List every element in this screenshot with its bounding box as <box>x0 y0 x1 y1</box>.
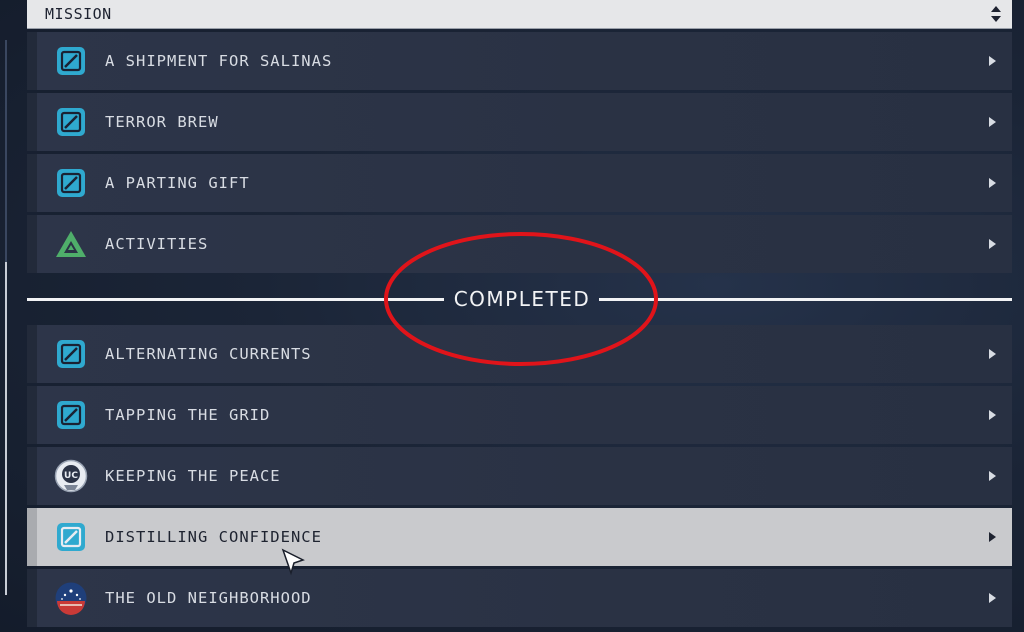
chevron-right-icon <box>989 410 996 420</box>
chevron-right-icon <box>989 593 996 603</box>
chevron-right-icon <box>989 178 996 188</box>
mission-label: ALTERNATING CURRENTS <box>105 345 312 363</box>
divider-line-left <box>27 298 444 301</box>
mission-label: TERROR BREW <box>105 113 219 131</box>
chevron-right-icon <box>989 349 996 359</box>
mission-row-a-parting-gift[interactable]: A PARTING GIFT <box>27 154 1012 212</box>
chevron-right-icon <box>989 56 996 66</box>
mission-blue-icon <box>53 397 89 433</box>
chevron-right-icon <box>989 117 996 127</box>
activities-triangle-icon <box>53 226 89 262</box>
mission-blue-icon <box>53 43 89 79</box>
svg-text:UC: UC <box>64 471 78 481</box>
mission-row-the-old-neighborhood[interactable]: THE OLD NEIGHBORHOOD <box>27 569 1012 627</box>
mission-label: KEEPING THE PEACE <box>105 467 281 485</box>
chevron-right-icon <box>989 239 996 249</box>
mission-row-a-shipment-for-salinas[interactable]: A SHIPMENT FOR SALINAS <box>27 32 1012 90</box>
mission-blue-icon <box>53 104 89 140</box>
mission-row-keeping-the-peace[interactable]: UC KEEPING THE PEACE <box>27 447 1012 505</box>
chevron-right-icon <box>989 471 996 481</box>
mission-label: DISTILLING CONFIDENCE <box>105 528 322 546</box>
mission-blue-icon <box>53 336 89 372</box>
chevron-right-icon <box>989 532 996 542</box>
mission-row-activities[interactable]: ACTIVITIES <box>27 215 1012 273</box>
constellation-icon <box>53 580 89 616</box>
mission-label: TAPPING THE GRID <box>105 406 271 424</box>
completed-section-title: COMPLETED <box>453 287 591 311</box>
dropdown-label: MISSION <box>45 5 112 23</box>
mission-label: A PARTING GIFT <box>105 174 250 192</box>
scroll-thumb[interactable] <box>5 262 7 595</box>
mission-row-distilling-confidence[interactable]: DISTILLING CONFIDENCE <box>27 508 1012 566</box>
mission-filter-dropdown[interactable]: MISSION <box>27 0 1012 29</box>
mission-label: ACTIVITIES <box>105 235 209 253</box>
mission-row-tapping-the-grid[interactable]: TAPPING THE GRID <box>27 386 1012 444</box>
mission-label: A SHIPMENT FOR SALINAS <box>105 52 333 70</box>
mission-row-alternating-currents[interactable]: ALTERNATING CURRENTS <box>27 325 1012 383</box>
mission-label: THE OLD NEIGHBORHOOD <box>105 589 312 607</box>
sort-updown-icon[interactable] <box>990 5 1002 23</box>
divider-line-right <box>599 298 1012 301</box>
mission-row-terror-brew[interactable]: TERROR BREW <box>27 93 1012 151</box>
mission-blue-icon <box>53 165 89 201</box>
uc-faction-icon: UC <box>53 458 89 494</box>
mouse-cursor-icon <box>281 548 305 576</box>
mission-blue-icon <box>53 519 89 555</box>
